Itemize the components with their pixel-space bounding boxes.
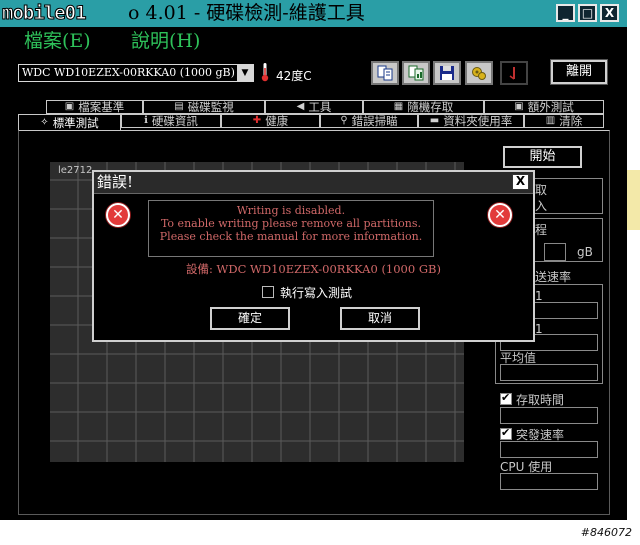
save-button[interactable] [433, 61, 461, 85]
tab-disk-monitor[interactable]: ▤ 磁碟監視 [143, 100, 265, 114]
exit-door-button[interactable] [500, 61, 528, 85]
maximize-button[interactable]: □ [578, 4, 597, 22]
health-icon: ✚ [252, 115, 262, 126]
access-time-field [500, 407, 598, 424]
random-icon: ▦ [393, 101, 404, 112]
average-field [500, 364, 598, 381]
read-mode-label: 取 [535, 183, 548, 197]
start-button[interactable]: 開始 [503, 146, 582, 168]
menu-bar: 檔案(E) 說明(H) [0, 27, 627, 57]
file-icon: ▣ [64, 101, 75, 112]
monitor-icon: ▤ [174, 101, 184, 112]
options-icon [472, 67, 486, 80]
speaker-icon: ◀ [296, 101, 305, 112]
error-dialog: 錯誤! X ✕ ✕ Writing is disabled. To enable… [92, 170, 535, 342]
access-time-label: 存取時間 [516, 393, 565, 407]
save-icon [440, 66, 454, 80]
tab-health[interactable]: ✚ 健康 [221, 114, 320, 128]
dialog-title-bar[interactable]: 錯誤! X [94, 172, 533, 194]
menu-help[interactable]: 說明(H) [131, 27, 200, 55]
write-test-label: 執行寫入測試 [280, 286, 353, 300]
message-line-1: Writing is disabled. [236, 204, 346, 217]
burst-rate-field [500, 441, 598, 458]
image-caption: #846072 [580, 526, 632, 539]
burst-rate-checkbox[interactable] [500, 426, 512, 440]
window-icon: ▣ [514, 101, 524, 112]
tab-extra-tests[interactable]: ▣ 額外測試 [484, 100, 604, 114]
window-controls: _ □ X [556, 4, 619, 22]
transfer-rate-label: 送速率 [535, 270, 572, 284]
cpu-usage-field [500, 473, 598, 490]
menu-file[interactable]: 檔案(E) [24, 27, 91, 55]
copy-report-icon [408, 65, 424, 81]
tab-erase[interactable]: ▥ 清除 [524, 114, 604, 128]
folder-icon: ▬ [429, 115, 440, 126]
write-test-checkbox[interactable] [262, 286, 274, 298]
watermark-logo: mobile01 [2, 2, 88, 25]
options-button[interactable] [465, 61, 493, 85]
message-box: Writing is disabled. To enable writing p… [148, 200, 434, 257]
tab-benchmark[interactable]: ✧ 標準測試 [18, 114, 121, 130]
magnifier-icon: ⚲ [340, 115, 348, 126]
message-line-3: Please check the manual for more informa… [159, 230, 423, 243]
cancel-button[interactable]: 取消 [340, 307, 420, 330]
exit-button[interactable]: 離開 [550, 59, 608, 85]
info-icon: ℹ [144, 115, 148, 126]
dialog-title: 錯誤! [97, 173, 134, 191]
tab-file-benchmark[interactable]: ▣ 檔案基準 [46, 100, 143, 114]
copy-report-button[interactable] [402, 61, 430, 85]
toolbar: WDC WD10EZEX-00RKKA0 (1000 gB) ▼ 42度C 離開 [0, 57, 627, 97]
app-window: mobile01 o 4.01 - 硬碟檢測-維護工具 _ □ X 檔案(E) … [0, 0, 627, 520]
block-size-label: 程 [535, 223, 548, 237]
benchmark-icon: ✧ [40, 116, 49, 128]
graph-drive-label: le2712 [58, 165, 93, 176]
thermometer-icon [261, 63, 269, 82]
exit-door-icon [509, 67, 515, 80]
tab-random-access[interactable]: ▦ 隨機存取 [363, 100, 484, 114]
erase-icon: ▥ [545, 115, 556, 126]
chevron-down-icon[interactable]: ▼ [237, 65, 253, 81]
drive-select[interactable]: WDC WD10EZEX-00RKKA0 (1000 gB) [18, 64, 254, 82]
device-info: 設備: WDC WD10EZEX-00RKKA0 (1000 GB) [186, 262, 441, 276]
min-rate-label: 1 [535, 289, 543, 303]
copy-button[interactable] [371, 61, 399, 85]
tab-bar: ▣ 檔案基準 ▤ 磁碟監視 ◀ 工具 ▦ 隨機存取 ▣ 額外測試 ✧ 標準測試 ℹ 硬碟資訊 … [18, 100, 610, 130]
tab-tools[interactable]: ◀ 工具 [265, 100, 363, 114]
copy-icon [377, 65, 393, 81]
title-bar[interactable]: mobile01 o 4.01 - 硬碟檢測-維護工具 _ □ X [0, 0, 627, 27]
dialog-close-button[interactable]: X [512, 174, 529, 190]
error-icon-right: ✕ [488, 203, 512, 227]
tab-error-scan[interactable]: ⚲ 錯誤掃瞄 [320, 114, 418, 128]
close-button[interactable]: X [600, 4, 619, 22]
size-stepper[interactable] [544, 243, 566, 261]
ok-button[interactable]: 確定 [210, 307, 290, 330]
error-icon: ✕ [106, 203, 130, 227]
tab-disk-info[interactable]: ℹ 硬碟資訊 [121, 114, 221, 128]
window-title: o 4.01 - 硬碟檢測-維護工具 [128, 2, 365, 24]
background-strip [627, 170, 640, 230]
temperature-readout: 42度C [276, 69, 312, 83]
write-mode-label: 入 [535, 199, 548, 213]
message-line-2: To enable writing please remove all part… [160, 217, 422, 230]
access-time-checkbox[interactable] [500, 391, 512, 405]
tab-folder-usage[interactable]: ▬ 資料夾使用率 [418, 114, 524, 128]
size-unit: gB [577, 245, 593, 259]
minimize-button[interactable]: _ [556, 4, 575, 22]
